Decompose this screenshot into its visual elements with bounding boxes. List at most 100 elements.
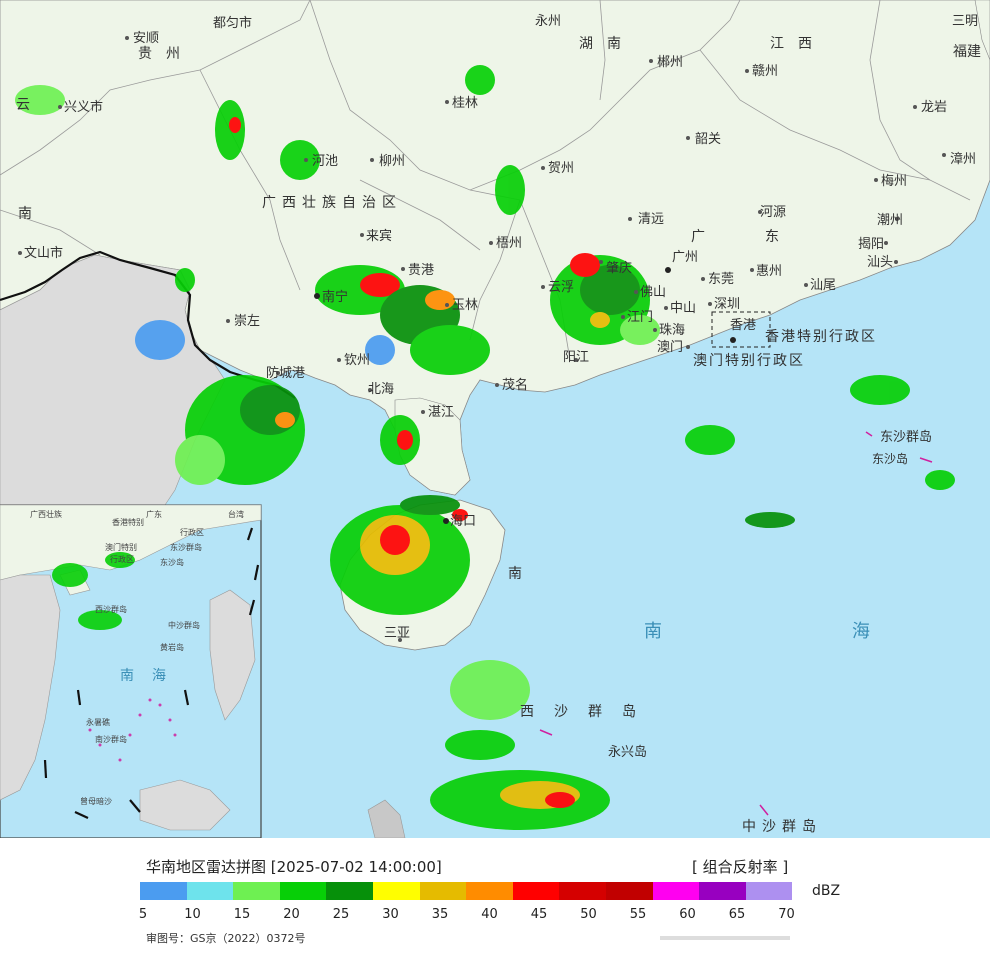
label-dongsha-islands: 东沙群岛	[880, 429, 932, 445]
svg-text:梅州: 梅州	[881, 174, 907, 189]
svg-text:郴州: 郴州	[657, 55, 683, 70]
svg-text:永州: 永州	[535, 14, 561, 29]
city-beihai: 北海	[368, 382, 394, 397]
scale-tick-50: 50	[580, 907, 597, 922]
svg-text:贵港: 贵港	[408, 263, 434, 278]
legend-panel: 华南地区雷达拼图 [2025-07-02 14:00:00] [ 组合反射率 ]…	[0, 838, 990, 959]
svg-text:深圳: 深圳	[714, 297, 740, 312]
inset-label-xisha: 西沙群岛	[95, 604, 127, 614]
scale-tick-65: 65	[728, 907, 746, 922]
svg-text:佛山: 佛山	[640, 285, 666, 300]
city-fangchenggang: 防城港	[266, 365, 305, 381]
label-hunan: 湖南	[579, 36, 635, 52]
scale-swatch-5	[372, 882, 420, 900]
scale-swatch-0	[140, 882, 187, 900]
scale-tick-5: 5	[138, 907, 148, 922]
svg-text:桂林: 桂林	[452, 96, 478, 111]
svg-text:揭阳: 揭阳	[858, 237, 884, 252]
svg-text:云浮: 云浮	[548, 280, 574, 295]
svg-text:防城港: 防城港	[266, 365, 305, 381]
scale-tick-60: 60	[679, 907, 696, 922]
inset-label-mo2: 行政区	[110, 554, 134, 564]
scale-swatch-11	[652, 882, 700, 900]
svg-text:南宁: 南宁	[322, 289, 348, 305]
scale-tick-10: 10	[184, 907, 201, 922]
label-guangdong: 广东	[691, 229, 839, 245]
radar-map: 贵州 湖南 江西 福建 广西壮族自治区 广东 云 南 南海 南 香港特别行政区 …	[0, 0, 990, 839]
svg-text:三明: 三明	[952, 14, 978, 29]
inset-label-mo: 澳门特别	[105, 542, 137, 552]
scale-swatch-4	[326, 882, 373, 900]
label-hainan: 南	[508, 566, 536, 582]
label-jiangxi: 江西	[770, 36, 826, 52]
city-chaozhou: 潮州	[877, 213, 903, 228]
svg-text:文山市: 文山市	[24, 245, 63, 261]
scale-tick-35: 35	[431, 907, 449, 922]
city-heyuan: 河源	[758, 205, 786, 220]
scale-swatch-6	[419, 882, 467, 900]
label-south-china-sea: 南海	[644, 621, 990, 642]
label-macau-sar: 澳门特别行政区	[693, 353, 805, 369]
city-jieyang: 揭阳	[858, 237, 888, 252]
svg-text:阳江: 阳江	[563, 350, 589, 365]
city-xingyi: 兴义市	[58, 99, 103, 115]
svg-text:玉林: 玉林	[452, 298, 478, 313]
inset-label-hk2: 行政区	[180, 527, 204, 537]
svg-text:河池: 河池	[312, 154, 338, 169]
inset-label-nansha: 南沙群岛	[95, 734, 127, 744]
scale-swatch-13	[745, 882, 793, 900]
inset-label-zhongsha: 中沙群岛	[168, 620, 200, 630]
svg-text:潮州: 潮州	[877, 213, 903, 228]
inset-label-huangyan: 黄岩岛	[160, 642, 184, 652]
scale-swatch-3	[279, 882, 327, 900]
svg-text:海口: 海口	[450, 514, 476, 529]
inset-label-hk: 香港特别	[112, 517, 144, 527]
inset-label-zengmu: 曾母暗沙	[80, 796, 112, 806]
svg-text:东莞: 东莞	[708, 272, 734, 287]
inset-label-dongsha: 东沙群岛	[170, 542, 202, 552]
inset-label-guangdong: 广东	[146, 509, 162, 519]
svg-text:赣州: 赣州	[752, 64, 778, 79]
label-hk-sar: 香港特别行政区	[765, 329, 877, 345]
scale-swatch-8	[512, 882, 560, 900]
scale-swatch-9	[559, 882, 606, 900]
svg-text:澳门: 澳门	[657, 339, 683, 355]
svg-text:梧州: 梧州	[496, 236, 522, 251]
scale-swatch-1	[186, 882, 234, 900]
svg-text:茂名: 茂名	[502, 377, 528, 393]
scale-swatch-12	[699, 882, 746, 900]
label-fujian: 福建	[953, 44, 981, 60]
svg-text:中山: 中山	[670, 301, 696, 316]
svg-text:广州: 广州	[672, 250, 698, 265]
label-yongxing-island: 永兴岛	[608, 744, 647, 760]
city-yongzhou: 永州	[535, 14, 561, 29]
scale-tick-45: 45	[530, 907, 548, 922]
svg-text:安顺: 安顺	[133, 31, 159, 46]
scale-tick-55: 55	[629, 907, 647, 922]
label-guizhou: 贵州	[138, 46, 194, 62]
svg-text:三亚: 三亚	[384, 626, 410, 641]
svg-text:柳州: 柳州	[379, 154, 405, 169]
city-sanya: 三亚	[384, 626, 410, 642]
map-title: 华南地区雷达拼图 [2025-07-02 14:00:00]	[146, 858, 442, 876]
color-scale	[140, 882, 793, 900]
label-yunnan: 云	[16, 97, 44, 113]
credit-bar	[660, 936, 790, 940]
scale-swatch-7	[466, 882, 513, 900]
label-xisha-islands: 西沙群岛	[520, 704, 656, 720]
svg-text:北海: 北海	[368, 382, 394, 397]
inset-label-dongsha-isl: 东沙岛	[160, 557, 184, 567]
city-wenshan: 文山市	[18, 245, 63, 261]
svg-text:珠海: 珠海	[659, 323, 685, 338]
label-dongsha-island: 东沙岛	[872, 451, 908, 466]
svg-text:韶关: 韶关	[695, 131, 721, 147]
inset-label-yongshu: 永暑礁	[86, 717, 110, 727]
label-yunnan-2: 南	[18, 206, 46, 222]
svg-text:香港: 香港	[730, 318, 756, 333]
label-guangxi: 广西壮族自治区	[262, 195, 402, 211]
scale-tick-20: 20	[283, 907, 300, 922]
inset-map: 南海 中沙群岛 黄岩岛 南沙群岛 曾母暗沙 永暑礁 香港特别 行政区 澳门特别 …	[0, 504, 262, 838]
svg-text:江门: 江门	[627, 310, 653, 325]
scale-tick-25: 25	[332, 907, 350, 922]
scale-unit: dBZ	[812, 883, 841, 899]
